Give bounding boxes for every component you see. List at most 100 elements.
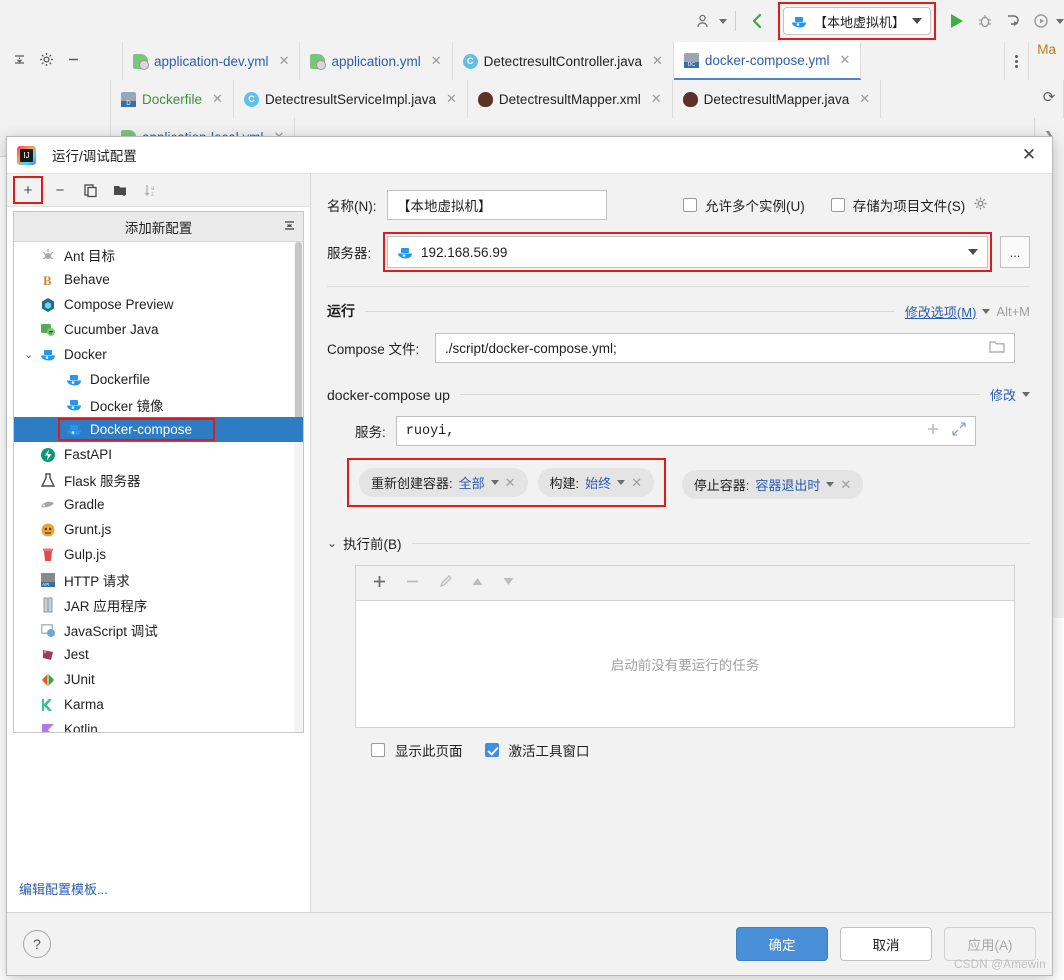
config-type-item-docker[interactable]: Docker 镜像	[14, 392, 303, 417]
settings-gear-icon[interactable]	[973, 196, 988, 214]
config-type-item-fastapi[interactable]: FastAPI	[14, 442, 303, 467]
editor-tab[interactable]: Dockerfile ✕	[111, 80, 234, 118]
edit-task-button[interactable]	[438, 574, 453, 593]
editor-tab[interactable]: application-dev.yml ✕	[123, 42, 300, 80]
editor-tab[interactable]: application.yml ✕	[300, 42, 452, 80]
before-launch-task-list[interactable]: 启动前没有要运行的任务	[355, 600, 1015, 728]
chevron-down-icon[interactable]: ⌄	[24, 348, 33, 361]
compose-file-input[interactable]: ./script/docker-compose.yml;	[435, 333, 1015, 363]
editor-tab[interactable]: DetectresultMapper.xml ✕	[468, 80, 673, 118]
move-task-up-button[interactable]	[471, 575, 484, 592]
maven-tool-window-label[interactable]: Ma	[1029, 42, 1064, 80]
chevron-down-icon[interactable]	[1022, 392, 1030, 397]
close-icon[interactable]: ✕	[631, 475, 642, 491]
debug-button[interactable]	[972, 8, 998, 34]
stop-containers-chip[interactable]: 停止容器: 容器退出时 ✕	[682, 470, 864, 499]
config-type-item-dockerfile[interactable]: Dockerfile	[14, 367, 303, 392]
chevron-down-icon[interactable]	[617, 480, 625, 485]
add-configuration-button[interactable]: +	[13, 176, 43, 204]
config-type-item-http[interactable]: APIHTTP 请求	[14, 567, 303, 592]
close-icon[interactable]: ✕	[839, 52, 850, 68]
move-to-folder-button[interactable]	[107, 178, 133, 202]
add-task-button[interactable]	[372, 574, 387, 593]
close-icon[interactable]: ✕	[859, 91, 870, 107]
chevron-down-icon[interactable]	[912, 18, 922, 24]
recreate-containers-chip[interactable]: 重新创建容器: 全部 ✕	[359, 468, 528, 497]
collapse-all-icon[interactable]	[12, 52, 27, 70]
folder-icon[interactable]	[989, 340, 1005, 357]
move-task-down-button[interactable]	[502, 575, 515, 592]
close-icon[interactable]: ✕	[505, 475, 516, 491]
config-type-item-javascript[interactable]: JavaScript 调试	[14, 617, 303, 642]
name-input[interactable]: 【本地虚拟机】	[387, 190, 607, 220]
config-type-item-kotlin[interactable]: Kotlin	[14, 717, 303, 732]
editor-tabs-overflow-button[interactable]	[1005, 42, 1029, 80]
server-browse-button[interactable]: ...	[1000, 236, 1030, 268]
chevron-down-icon[interactable]	[982, 309, 990, 314]
close-icon[interactable]: ✕	[279, 53, 290, 69]
config-type-item-ant[interactable]: Ant 目标	[14, 242, 303, 267]
config-type-item-gulp-js[interactable]: Gulp.js	[14, 542, 303, 567]
plus-icon[interactable]	[926, 422, 940, 441]
close-icon[interactable]: ✕	[431, 53, 442, 69]
config-type-item-jest[interactable]: Jest	[14, 642, 303, 667]
user-account-icon[interactable]	[691, 8, 717, 34]
close-icon[interactable]: ✕	[840, 477, 851, 493]
editor-tab-active[interactable]: docker-compose.yml ✕	[674, 42, 861, 80]
configuration-types-list[interactable]: Ant 目标BBehaveCompose PreviewCucumber Jav…	[14, 242, 303, 732]
user-dropdown-caret-icon[interactable]	[719, 19, 727, 24]
config-type-item-grunt-js[interactable]: Grunt.js	[14, 517, 303, 542]
close-icon[interactable]: ✕	[212, 91, 223, 107]
back-arrow-icon[interactable]	[744, 8, 770, 34]
allow-parallel-run-checkbox[interactable]	[683, 198, 697, 212]
config-type-item-gradle[interactable]: Gradle	[14, 492, 303, 517]
rerun-icon[interactable]	[1000, 8, 1026, 34]
editor-tab[interactable]: C DetectresultController.java ✕	[453, 42, 674, 80]
expand-icon[interactable]	[952, 422, 966, 441]
edit-configuration-templates-link[interactable]: 编辑配置模板...	[19, 882, 108, 897]
config-type-item-cucumber-java[interactable]: Cucumber Java	[14, 317, 303, 342]
settings-gear-icon[interactable]	[39, 52, 54, 70]
chevron-down-icon[interactable]	[826, 482, 834, 487]
modify-options-link[interactable]: 修改选项(M)	[905, 302, 977, 321]
run-button[interactable]	[944, 8, 970, 34]
collapse-icon[interactable]	[283, 219, 296, 234]
close-icon[interactable]: ✕	[652, 53, 663, 69]
show-this-page-checkbox[interactable]	[371, 743, 385, 757]
chevron-down-icon[interactable]	[968, 249, 978, 255]
compose-up-modify-link[interactable]: 修改	[990, 385, 1016, 404]
editor-tab[interactable]: C DetectresultServiceImpl.java ✕	[234, 80, 468, 118]
remove-task-button[interactable]	[405, 574, 420, 593]
config-type-item-docker[interactable]: ⌄Docker	[14, 342, 303, 367]
config-type-item-behave[interactable]: BBehave	[14, 267, 303, 292]
profiler-dropdown-icon[interactable]	[1056, 19, 1064, 24]
run-configuration-selector[interactable]: 【本地虚拟机】	[783, 7, 931, 35]
chevron-down-icon[interactable]	[491, 480, 499, 485]
refresh-icon[interactable]: ⟳	[1038, 86, 1060, 108]
config-type-item-junit[interactable]: JUnit	[14, 667, 303, 692]
ok-button[interactable]: 确定	[736, 927, 828, 961]
copy-configuration-button[interactable]	[77, 178, 103, 202]
config-type-item-jar[interactable]: JAR 应用程序	[14, 592, 303, 617]
remove-configuration-button[interactable]: −	[47, 178, 73, 202]
sort-configurations-button[interactable]: az	[137, 178, 163, 202]
help-icon[interactable]: ?	[23, 930, 51, 958]
cancel-button[interactable]: 取消	[840, 927, 932, 961]
apply-button[interactable]: 应用(A)	[944, 927, 1036, 961]
server-combobox[interactable]: 192.168.56.99	[387, 236, 988, 268]
coverage-icon[interactable]	[1028, 8, 1054, 34]
minimize-icon[interactable]	[66, 52, 81, 70]
config-type-item-compose-preview[interactable]: Compose Preview	[14, 292, 303, 317]
config-type-item-flask[interactable]: Flask 服务器	[14, 467, 303, 492]
config-type-item-karma[interactable]: Karma	[14, 692, 303, 717]
close-icon[interactable]: ✕	[651, 91, 662, 107]
store-as-project-file-checkbox[interactable]	[831, 198, 845, 212]
build-chip[interactable]: 构建: 始终 ✕	[538, 468, 655, 497]
before-launch-expander-icon[interactable]: ⌄	[327, 536, 337, 550]
close-icon[interactable]: ✕	[1016, 142, 1042, 168]
services-input[interactable]: ruoyi,	[396, 416, 976, 446]
editor-tab[interactable]: DetectresultMapper.java ✕	[673, 80, 881, 118]
activate-tool-window-checkbox[interactable]	[485, 743, 499, 757]
config-type-item-docker-compose[interactable]: Docker-compose	[14, 417, 303, 442]
close-icon[interactable]: ✕	[446, 91, 457, 107]
